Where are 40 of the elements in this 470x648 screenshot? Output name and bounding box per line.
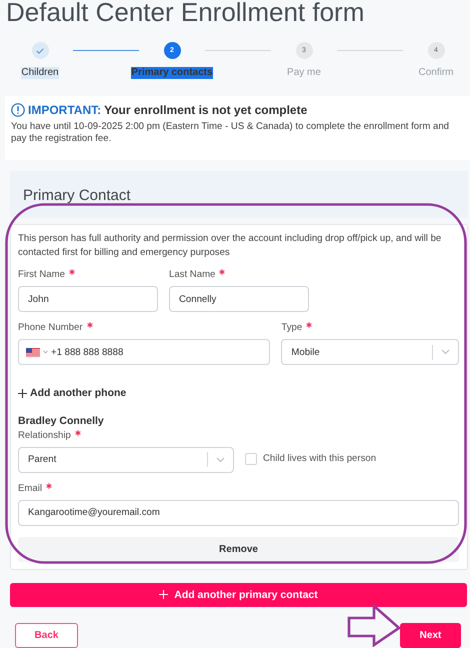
section-heading: Primary Contact [10, 171, 468, 218]
field-label: First Name [18, 269, 65, 281]
last-name-field[interactable]: Connelly [169, 286, 309, 312]
email-field[interactable]: Kangarootime@youremail.com [18, 500, 459, 526]
step-label: Confirm [418, 67, 454, 79]
checkbox-label: Child lives with this person [263, 453, 376, 464]
field-label: Phone Number [18, 322, 83, 334]
notice-text: You have until 10-09-2025 2:00 pm (Eastern Time - US & Canada) to complete the enrollment form and pay the registration fee. [11, 121, 450, 145]
chevron-down-icon [216, 456, 225, 462]
checkbox[interactable] [245, 452, 257, 464]
field-label: Relationship [18, 430, 71, 442]
chevron-down-icon [441, 349, 450, 355]
field-label: Email [18, 482, 42, 494]
field-label: Type [281, 322, 302, 334]
add-contact-button[interactable]: Add another primary contact [10, 582, 467, 606]
step-label: Children [21, 67, 59, 79]
step-label: Pay me [287, 67, 321, 79]
next-button[interactable]: Next [400, 622, 461, 648]
check-icon [36, 48, 44, 54]
notice-title: Your enrollment is not yet complete [104, 103, 308, 117]
phone-type-select[interactable]: Mobile [281, 339, 459, 365]
alert-icon [11, 103, 25, 117]
plus-icon [18, 388, 27, 398]
contact-description: This person has full authority and permission over the account including drop off/pick up, and will be contacted first for billing and emergency purposes [18, 232, 442, 259]
add-phone-link[interactable]: Add another phone [18, 386, 126, 400]
page-title: Default Center Enrollment form [6, 0, 366, 25]
back-button[interactable]: Back [15, 622, 78, 648]
notice-label: IMPORTANT: [28, 103, 102, 117]
step-done-marker[interactable] [32, 42, 48, 59]
first-name-field[interactable]: John [18, 286, 158, 312]
plus-icon [159, 590, 168, 599]
flag-icon [26, 348, 40, 356]
relationship-select[interactable]: Parent [18, 446, 234, 472]
field-label: Last Name [169, 269, 216, 281]
child-name: Bradley Connelly [18, 414, 105, 428]
phone-field[interactable]: +1 888 888 8888 [18, 339, 270, 365]
step-label: Primary contacts [131, 67, 213, 79]
caret-icon [43, 350, 48, 354]
annotation-arrow [348, 603, 402, 647]
remove-button[interactable]: Remove [18, 536, 459, 562]
